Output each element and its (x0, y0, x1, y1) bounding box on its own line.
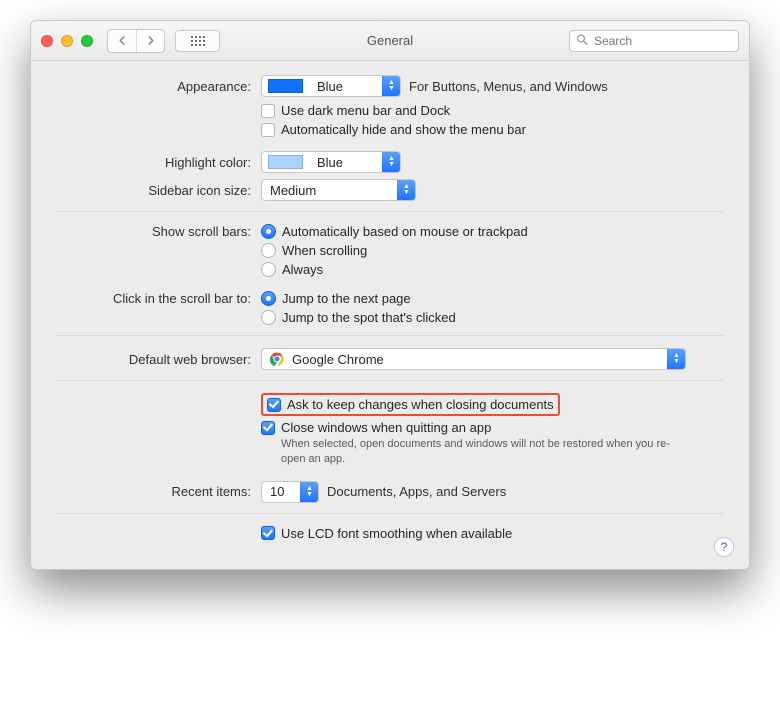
zoom-window-button[interactable] (81, 35, 93, 47)
font-smoothing-checkbox[interactable]: Use LCD font smoothing when available (261, 526, 512, 541)
blue-swatch-icon (268, 79, 303, 93)
scrollbars-always-label: Always (282, 262, 323, 277)
chevron-right-icon (146, 36, 155, 45)
highlight-value: Blue (309, 155, 382, 170)
show-all-button[interactable] (175, 30, 220, 52)
forward-button[interactable] (136, 30, 164, 52)
sidebar-size-value: Medium (262, 183, 397, 198)
font-smoothing-label: Use LCD font smoothing when available (281, 526, 512, 541)
scrollclick-label: Click in the scroll bar to: (56, 291, 261, 306)
search-icon (576, 33, 588, 48)
checkbox-icon (261, 421, 275, 435)
auto-hide-menu-label: Automatically hide and show the menu bar (281, 122, 526, 137)
scrollbars-when-radio[interactable]: When scrolling (261, 243, 367, 258)
checkbox-icon (261, 104, 275, 118)
search-container (569, 30, 739, 52)
scrollbars-label: Show scroll bars: (56, 224, 261, 239)
appearance-hint: For Buttons, Menus, and Windows (409, 79, 608, 94)
scrollbars-auto-radio[interactable]: Automatically based on mouse or trackpad (261, 224, 528, 239)
scrollclick-nextpage-label: Jump to the next page (282, 291, 411, 306)
sidebar-size-popup[interactable]: Medium ▲▼ (261, 179, 416, 201)
highlight-color-popup[interactable]: Blue ▲▼ (261, 151, 401, 173)
updown-arrows-icon: ▲▼ (382, 76, 400, 96)
separator (56, 513, 724, 514)
default-browser-popup[interactable]: Google Chrome ▲▼ (261, 348, 686, 370)
help-button[interactable]: ? (714, 537, 734, 557)
scrollbars-auto-label: Automatically based on mouse or trackpad (282, 224, 528, 239)
scrollbars-always-radio[interactable]: Always (261, 262, 323, 277)
dark-menu-label: Use dark menu bar and Dock (281, 103, 450, 118)
auto-hide-menu-checkbox[interactable]: Automatically hide and show the menu bar (261, 122, 526, 137)
updown-arrows-icon: ▲▼ (397, 180, 415, 200)
ask-keep-changes-checkbox[interactable]: Ask to keep changes when closing documen… (267, 397, 554, 412)
close-windows-checkbox[interactable]: Close windows when quitting an app (261, 420, 491, 435)
browser-label: Default web browser: (56, 352, 261, 367)
recent-items-value: 10 (262, 484, 300, 499)
sidebar-size-label: Sidebar icon size: (56, 183, 261, 198)
appearance-value: Blue (309, 79, 382, 94)
radio-icon (261, 310, 276, 325)
recent-items-popup[interactable]: 10 ▲▼ (261, 481, 319, 503)
close-windows-note: When selected, open documents and window… (281, 437, 681, 467)
appearance-label: Appearance: (56, 79, 261, 94)
dark-menu-checkbox[interactable]: Use dark menu bar and Dock (261, 103, 450, 118)
radio-icon (261, 262, 276, 277)
titlebar: General (31, 21, 749, 61)
chrome-icon (270, 352, 284, 366)
scrollclick-spot-label: Jump to the spot that's clicked (282, 310, 456, 325)
close-windows-label: Close windows when quitting an app (281, 420, 491, 435)
scrollbars-when-label: When scrolling (282, 243, 367, 258)
browser-value: Google Chrome (292, 352, 384, 367)
checkbox-icon (267, 398, 281, 412)
radio-icon (261, 243, 276, 258)
checkbox-icon (261, 123, 275, 137)
separator (56, 211, 724, 212)
highlight-label: Highlight color: (56, 155, 261, 170)
preferences-window: General Appearance: Blue ▲▼ For Buttons,… (30, 20, 750, 570)
grid-icon (191, 36, 205, 46)
radio-icon (261, 224, 276, 239)
help-icon: ? (721, 540, 728, 554)
window-controls (41, 35, 93, 47)
chevron-left-icon (118, 36, 127, 45)
appearance-popup[interactable]: Blue ▲▼ (261, 75, 401, 97)
nav-back-forward (107, 29, 165, 53)
updown-arrows-icon: ▲▼ (300, 482, 318, 502)
close-window-button[interactable] (41, 35, 53, 47)
updown-arrows-icon: ▲▼ (382, 152, 400, 172)
radio-icon (261, 291, 276, 306)
back-button[interactable] (108, 30, 136, 52)
content-area: Appearance: Blue ▲▼ For Buttons, Menus, … (31, 61, 749, 569)
scrollclick-spot-radio[interactable]: Jump to the spot that's clicked (261, 310, 456, 325)
scrollclick-nextpage-radio[interactable]: Jump to the next page (261, 291, 411, 306)
separator (56, 380, 724, 381)
recent-items-suffix: Documents, Apps, and Servers (327, 484, 506, 499)
checkbox-icon (261, 526, 275, 540)
separator (56, 335, 724, 336)
recent-items-label: Recent items: (56, 484, 261, 499)
minimize-window-button[interactable] (61, 35, 73, 47)
ask-keep-changes-label: Ask to keep changes when closing documen… (287, 397, 554, 412)
highlight-annotation: Ask to keep changes when closing documen… (261, 393, 560, 416)
updown-arrows-icon: ▲▼ (667, 349, 685, 369)
highlight-swatch-icon (268, 155, 303, 169)
search-input[interactable] (569, 30, 739, 52)
